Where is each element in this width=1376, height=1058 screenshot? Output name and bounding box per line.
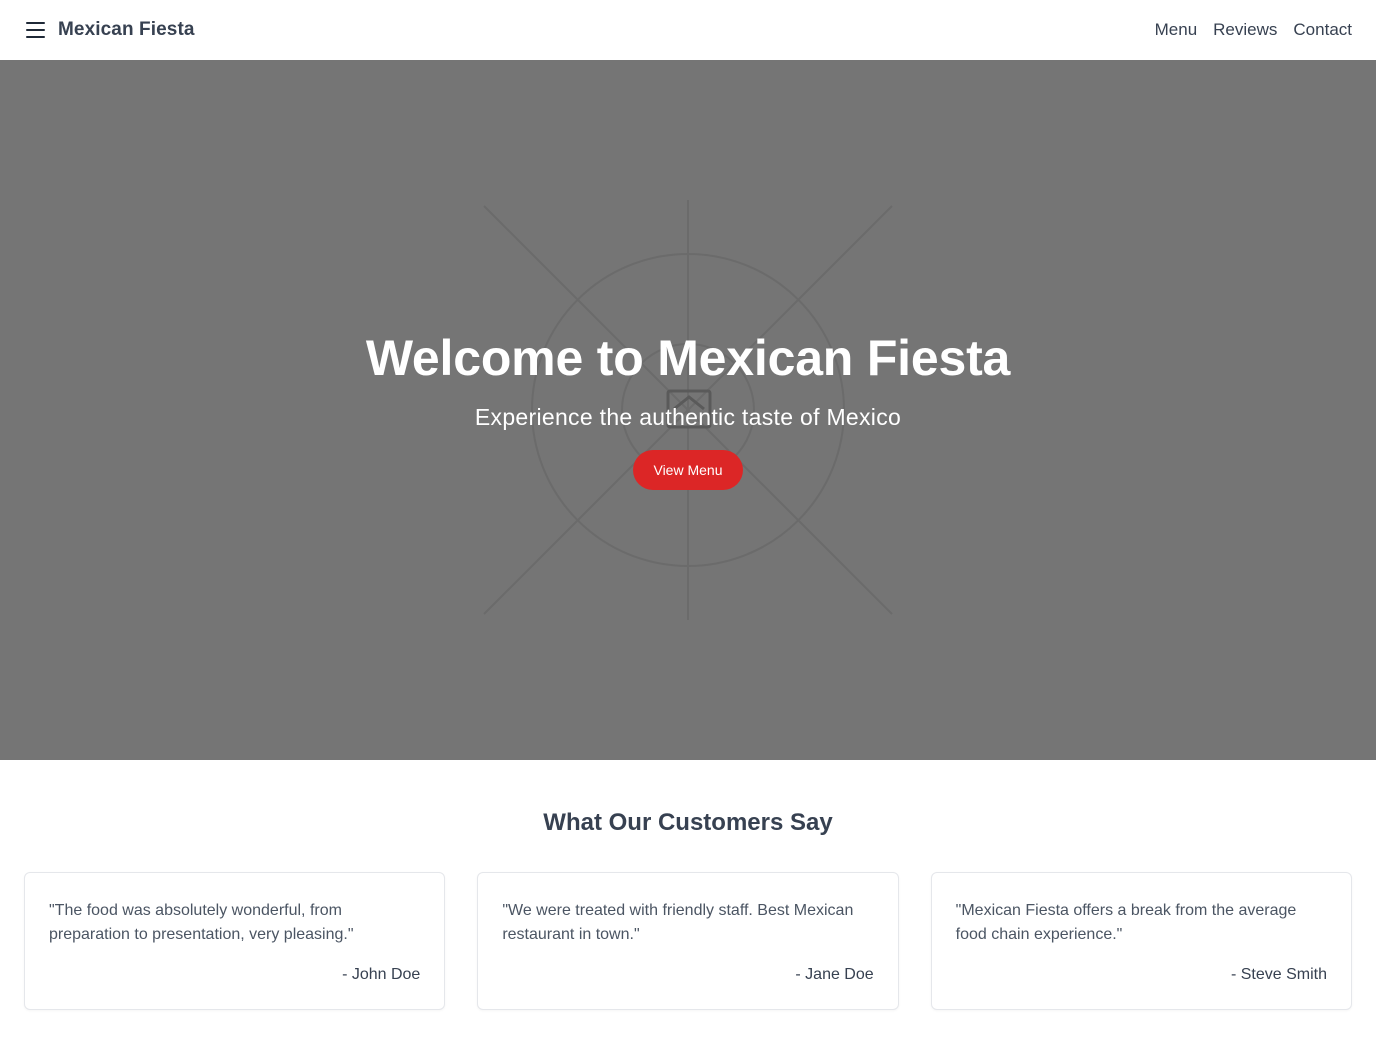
hero-section: Welcome to Mexican Fiesta Experience the… <box>0 60 1376 760</box>
hero-title: Welcome to Mexican Fiesta <box>365 330 1011 386</box>
view-menu-button[interactable]: View Menu <box>633 450 743 490</box>
review-author: - Steve Smith <box>1230 966 1327 983</box>
brand-name[interactable]: Mexican Fiesta <box>58 19 195 41</box>
review-quote: "Mexican Fiesta offers a break from the … <box>955 902 1297 943</box>
review-author: - John Doe <box>342 966 421 983</box>
review-card: "Mexican Fiesta offers a break from the … <box>930 872 1352 1010</box>
review-card: "The food was absolutely wonderful, from… <box>24 872 446 1010</box>
review-quote: "The food was absolutely wonderful, from… <box>49 902 354 943</box>
reviews-list: "The food was absolutely wonderful, from… <box>24 872 1352 1010</box>
nav-link-contact[interactable]: Contact <box>1293 20 1352 40</box>
top-navbar: Mexican Fiesta Menu Reviews Contact <box>0 0 1376 60</box>
main-nav: Menu Reviews Contact <box>1155 20 1352 40</box>
nav-link-reviews[interactable]: Reviews <box>1213 20 1277 40</box>
reviews-heading: What Our Customers Say <box>543 809 833 836</box>
review-quote: "We were treated with friendly staff. Be… <box>502 902 854 943</box>
hero-subtitle: Experience the authentic taste of Mexico <box>474 404 902 430</box>
review-card: "We were treated with friendly staff. Be… <box>477 872 899 1010</box>
review-author: - Jane Doe <box>795 966 874 983</box>
hero-content: Welcome to Mexican Fiesta Experience the… <box>0 328 1376 490</box>
nav-link-menu[interactable]: Menu <box>1155 20 1198 40</box>
brand-area: Mexican Fiesta <box>26 19 195 41</box>
hamburger-menu-icon[interactable] <box>26 22 46 38</box>
